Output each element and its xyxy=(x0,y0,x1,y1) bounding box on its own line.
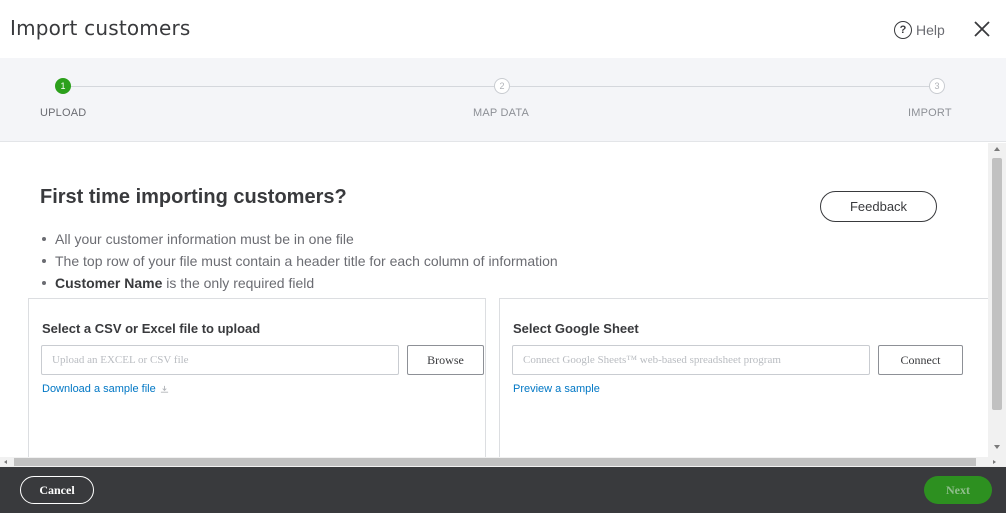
upload-panel-title: Select a CSV or Excel file to upload xyxy=(42,321,261,336)
requirement-item: Customer Name is the only required field xyxy=(42,272,558,294)
help-icon: ? xyxy=(894,21,912,39)
download-sample-link[interactable]: Download a sample file xyxy=(42,383,169,395)
browse-button[interactable]: Browse xyxy=(407,345,484,375)
close-icon[interactable] xyxy=(970,17,994,41)
download-icon xyxy=(160,385,168,393)
dialog-title: Import customers xyxy=(10,16,191,40)
intro-heading: First time importing customers? xyxy=(40,186,347,208)
import-stepper: 1 2 3 UPLOAD MAP DATA IMPORT xyxy=(0,58,1006,142)
step-2-indicator: 2 xyxy=(494,78,510,94)
scroll-up-icon[interactable] xyxy=(994,147,1000,151)
scroll-left-icon[interactable] xyxy=(4,460,7,464)
download-sample-label: Download a sample file xyxy=(42,383,156,395)
cancel-button[interactable]: Cancel xyxy=(20,476,94,504)
step-connector xyxy=(510,86,929,87)
scrollbar-thumb[interactable] xyxy=(992,158,1002,410)
step-connector xyxy=(70,86,494,87)
connect-button[interactable]: Connect xyxy=(878,345,963,375)
file-upload-panel: Select a CSV or Excel file to upload Bro… xyxy=(28,298,486,458)
requirement-text: is the only required field xyxy=(162,275,315,291)
next-button[interactable]: Next xyxy=(924,476,992,504)
requirements-list: All your customer information must be in… xyxy=(42,228,558,294)
required-field-name: Customer Name xyxy=(55,275,163,291)
step-1-indicator: 1 xyxy=(55,78,71,94)
step-3-label: IMPORT xyxy=(908,107,952,119)
feedback-button[interactable]: Feedback xyxy=(820,191,937,222)
requirement-text: All your customer information must be in… xyxy=(55,231,354,247)
vertical-scrollbar[interactable] xyxy=(988,143,1006,458)
help-label: Help xyxy=(916,22,945,38)
dialog-footer: Cancel Next xyxy=(0,467,1006,513)
google-sheet-input[interactable] xyxy=(512,345,870,375)
step-3-indicator: 3 xyxy=(929,78,945,94)
dialog-header: Import customers ? Help xyxy=(0,0,1006,58)
preview-sample-link[interactable]: Preview a sample xyxy=(513,383,600,395)
horizontal-scrollbar[interactable] xyxy=(0,457,1006,467)
google-sheet-panel: Select Google Sheet Connect Preview a sa… xyxy=(499,298,988,458)
scroll-right-icon[interactable] xyxy=(993,460,996,464)
scrollbar-thumb[interactable] xyxy=(14,458,976,466)
scroll-down-icon[interactable] xyxy=(994,445,1000,449)
help-link[interactable]: ? Help xyxy=(894,21,945,39)
requirement-text: The top row of your file must contain a … xyxy=(55,253,558,269)
step-2-label: MAP DATA xyxy=(473,107,529,119)
step-1-label: UPLOAD xyxy=(40,107,87,119)
requirement-item: The top row of your file must contain a … xyxy=(42,250,558,272)
dialog-content: First time importing customers? Feedback… xyxy=(0,143,988,458)
requirement-item: All your customer information must be in… xyxy=(42,228,558,250)
file-upload-input[interactable] xyxy=(41,345,399,375)
google-panel-title: Select Google Sheet xyxy=(513,321,639,336)
